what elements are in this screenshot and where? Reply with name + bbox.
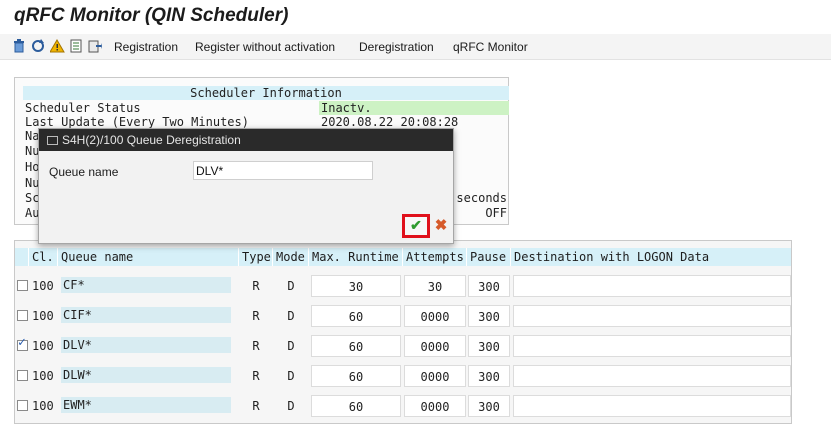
page-title: qRFC Monitor (QIN Scheduler) <box>14 5 289 26</box>
type-cell: R <box>252 279 260 293</box>
select-column-header[interactable] <box>15 248 29 266</box>
attempts-cell[interactable]: 0000 <box>404 365 466 387</box>
table-row[interactable]: ✓ 100 DLV* R D 60 0000 300 <box>15 334 791 358</box>
scheduler-status-row: Scheduler Status Inactv. <box>23 101 509 115</box>
deregistration-button[interactable]: Deregistration <box>359 39 434 55</box>
col-header-type[interactable]: Type <box>239 248 273 266</box>
queue-name-input[interactable] <box>193 161 373 180</box>
dialog-title-bar[interactable]: S4H(2)/100 Queue Deregistration <box>39 129 453 151</box>
col-header-pause[interactable]: Pause <box>467 248 511 266</box>
row-checkbox[interactable] <box>17 280 28 291</box>
attempts-cell[interactable]: 0000 <box>404 395 466 417</box>
attempts-cell[interactable]: 0000 <box>404 305 466 327</box>
checkmark-icon: ✓ <box>18 335 26 350</box>
last-update-row: Last Update (Every Two Minutes) 2020.08.… <box>23 115 509 129</box>
row-checkbox[interactable] <box>17 400 28 411</box>
confirm-button[interactable]: ✔ <box>402 214 430 238</box>
registration-button[interactable]: Registration <box>114 39 178 55</box>
title-bar: qRFC Monitor (QIN Scheduler) <box>0 0 831 34</box>
queue-name-cell: CF* <box>58 275 239 297</box>
pause-cell[interactable]: 300 <box>468 365 510 387</box>
warning-icon[interactable] <box>49 39 65 54</box>
col-header-mode[interactable]: Mode <box>273 248 309 266</box>
trash-icon[interactable] <box>11 39 26 54</box>
row-checkbox[interactable] <box>17 370 28 381</box>
table-row[interactable]: 100 CF* R D 30 30 300 <box>15 274 791 298</box>
row-checkbox[interactable] <box>17 310 28 321</box>
client-cell: 100 <box>32 339 54 353</box>
client-cell: 100 <box>32 369 54 383</box>
mode-cell: D <box>287 279 295 293</box>
pause-cell[interactable]: 300 <box>468 275 510 297</box>
queue-name-label: Queue name <box>49 165 119 179</box>
pause-cell[interactable]: 300 <box>468 335 510 357</box>
queue-name-value: CF* <box>61 277 231 293</box>
dialog-title: S4H(2)/100 Queue Deregistration <box>62 133 241 147</box>
last-update-label: Last Update (Every Two Minutes) <box>25 115 249 129</box>
cancel-icon: ✖ <box>434 217 448 234</box>
queue-name-value: CIF* <box>61 307 231 323</box>
attempts-cell[interactable]: 0000 <box>404 335 466 357</box>
scheduler-status-value: Inactv. <box>319 101 509 115</box>
destination-cell[interactable] <box>513 365 791 387</box>
register-without-activation-button[interactable]: Register without activation <box>195 39 335 55</box>
client-cell: 100 <box>32 399 54 413</box>
mode-cell: D <box>287 369 295 383</box>
mode-cell: D <box>287 399 295 413</box>
document-icon[interactable] <box>69 39 84 54</box>
mode-cell: D <box>287 339 295 353</box>
pause-cell[interactable]: 300 <box>468 305 510 327</box>
client-cell: 100 <box>32 309 54 323</box>
last-update-value: 2020.08.22 20:08:28 <box>321 115 459 129</box>
pause-cell[interactable]: 300 <box>468 395 510 417</box>
info-value-seconds: seconds <box>456 191 507 205</box>
col-header-max-runtime[interactable]: Max. Runtime <box>309 248 403 266</box>
queue-name-cell: DLW* <box>58 365 239 387</box>
type-cell: R <box>252 399 260 413</box>
destination-cell[interactable] <box>513 305 791 327</box>
toolbar: Registration Register without activation… <box>0 34 831 60</box>
max-runtime-cell[interactable]: 60 <box>311 365 401 387</box>
window-icon <box>47 136 58 145</box>
queue-deregistration-dialog: S4H(2)/100 Queue Deregistration Queue na… <box>38 128 454 244</box>
info-value-auto: OFF <box>485 206 507 220</box>
max-runtime-cell[interactable]: 60 <box>311 305 401 327</box>
queue-table: Cl. Queue name Type Mode Max. Runtime At… <box>14 240 792 424</box>
table-row[interactable]: 100 CIF* R D 60 0000 300 <box>15 304 791 328</box>
queue-name-value: DLV* <box>61 337 231 353</box>
col-header-destination[interactable]: Destination with LOGON Data <box>511 248 791 266</box>
col-header-attempts[interactable]: Attempts <box>403 248 467 266</box>
mode-cell: D <box>287 309 295 323</box>
dialog-buttons: ✔ ✖ <box>402 214 452 238</box>
qrfc-monitor-button[interactable]: qRFC Monitor <box>453 39 528 55</box>
type-cell: R <box>252 339 260 353</box>
queue-name-value: EWM* <box>61 397 231 413</box>
queue-name-cell: EWM* <box>58 395 239 417</box>
table-row[interactable]: 100 EWM* R D 60 0000 300 <box>15 394 791 418</box>
destination-cell[interactable] <box>513 275 791 297</box>
type-cell: R <box>252 369 260 383</box>
scheduler-info-header: Scheduler Information <box>23 86 509 100</box>
attempts-cell[interactable]: 30 <box>404 275 466 297</box>
scheduler-status-label: Scheduler Status <box>25 101 141 115</box>
export-icon[interactable] <box>87 39 102 54</box>
row-checkbox[interactable]: ✓ <box>17 336 28 351</box>
col-header-client[interactable]: Cl. <box>29 248 58 266</box>
max-runtime-cell[interactable]: 60 <box>311 335 401 357</box>
type-cell: R <box>252 309 260 323</box>
col-header-queue-name[interactable]: Queue name <box>58 248 239 266</box>
queue-name-cell: DLV* <box>58 335 239 357</box>
destination-cell[interactable] <box>513 395 791 417</box>
max-runtime-cell[interactable]: 60 <box>311 395 401 417</box>
client-cell: 100 <box>32 279 54 293</box>
refresh-icon[interactable] <box>30 39 45 54</box>
table-row[interactable]: 100 DLW* R D 60 0000 300 <box>15 364 791 388</box>
cancel-button[interactable]: ✖ <box>432 216 450 236</box>
queue-name-value: DLW* <box>61 367 231 383</box>
check-icon: ✔ <box>410 217 422 233</box>
queue-name-cell: CIF* <box>58 305 239 327</box>
destination-cell[interactable] <box>513 335 791 357</box>
max-runtime-cell[interactable]: 30 <box>311 275 401 297</box>
